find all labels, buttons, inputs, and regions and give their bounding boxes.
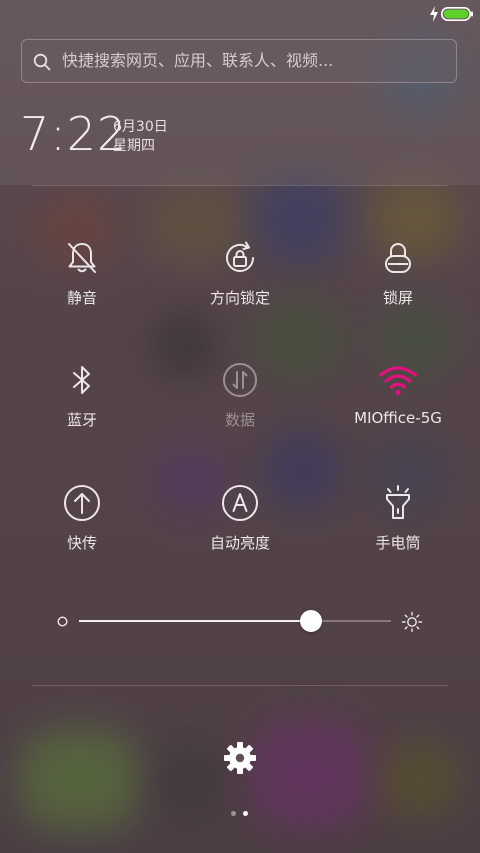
lock-icon (385, 243, 411, 273)
brightness-fill (79, 620, 312, 622)
settings-button[interactable] (222, 740, 258, 776)
toggle-label: 自动亮度 (209, 534, 270, 552)
toggle-label: 静音 (66, 289, 97, 307)
search-icon (33, 53, 51, 71)
toggle-label: 快传 (66, 534, 97, 552)
lightning-icon (430, 6, 438, 22)
battery-full-icon (441, 7, 473, 21)
auto-brightness-icon (222, 485, 258, 521)
brightness-track[interactable] (79, 610, 391, 632)
toggle-bluetooth[interactable]: 蓝牙 (2, 360, 162, 470)
toggle-rotation-lock[interactable]: 方向锁定 (160, 238, 320, 348)
divider-bottom (32, 685, 448, 686)
page-indicator (229, 811, 251, 819)
bell-off-icon (68, 243, 96, 273)
upload-circle-icon (64, 485, 100, 521)
clock-date: 6月30日 (113, 119, 168, 135)
rotation-lock-icon (226, 241, 254, 272)
toggle-mobile-data[interactable]: 数据 (160, 360, 320, 470)
page-dot-2-active (243, 811, 248, 816)
toggle-label: 手电筒 (375, 534, 421, 552)
flashlight-icon (386, 485, 410, 519)
wifi-icon (378, 366, 418, 396)
search-bar[interactable]: 快捷搜索网页、应用、联系人、视频... (21, 39, 457, 83)
divider-top (32, 185, 448, 186)
toggle-label: 蓝牙 (66, 411, 97, 429)
mobile-data-icon (223, 363, 257, 397)
search-placeholder: 快捷搜索网页、应用、联系人、视频... (62, 51, 334, 70)
toggle-flashlight[interactable]: 手电筒 (318, 483, 478, 593)
bluetooth-icon (73, 366, 90, 394)
status-bar (0, 0, 480, 28)
clock-weekday: 星期四 (113, 138, 155, 154)
brightness-thumb[interactable] (300, 610, 323, 632)
toggle-label: 方向锁定 (209, 289, 270, 307)
toggle-label: 锁屏 (382, 289, 413, 307)
brightness-slider[interactable] (52, 606, 428, 636)
page-dot-1 (231, 811, 236, 816)
toggle-auto-brightness[interactable]: 自动亮度 (160, 483, 320, 593)
gear-icon (224, 742, 256, 774)
toggle-quick-share[interactable]: 快传 (2, 483, 162, 593)
toggle-silent[interactable]: 静音 (2, 238, 162, 348)
toggle-label: MIOffice-5G (354, 409, 442, 427)
toggle-lock-screen[interactable]: 锁屏 (318, 238, 478, 348)
toggle-label: 数据 (224, 411, 255, 429)
brightness-high-icon (401, 611, 423, 633)
brightness-low-icon (57, 616, 68, 627)
clock-time[interactable]: 7:22 (20, 108, 127, 160)
toggle-wifi[interactable]: MIOffice-5G (318, 360, 478, 470)
